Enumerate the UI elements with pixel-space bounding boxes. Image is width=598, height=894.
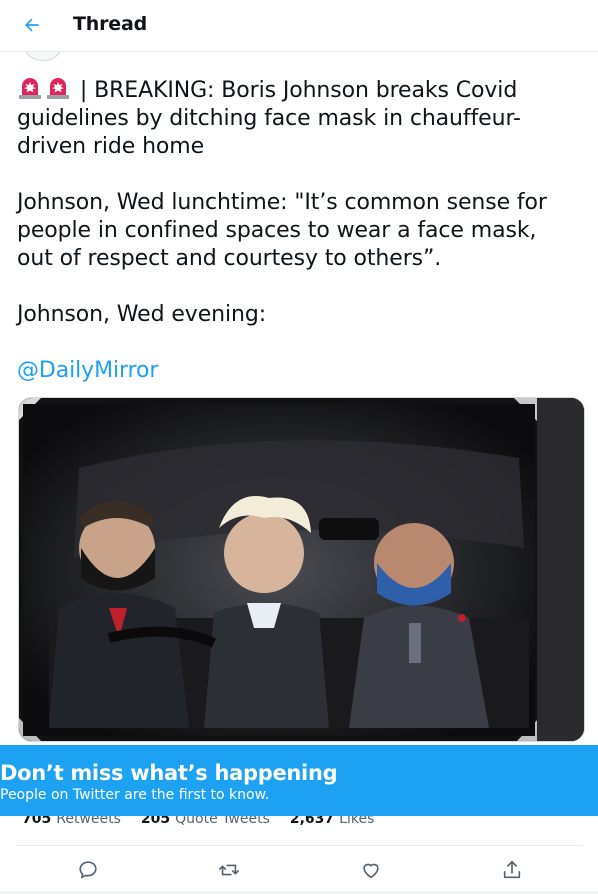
reply-icon [79,861,97,879]
top-header: Thread [0,0,598,52]
tweet-text: | BREAKING: Boris Johnson breaks Covid g… [17,76,577,385]
share-button[interactable] [499,857,525,883]
action-bar [16,851,583,889]
back-button[interactable] [16,9,48,41]
arrow-left-icon [25,18,39,32]
retweet-icon [219,864,239,876]
rotating-light-emoji-icon [47,78,69,99]
page-title: Thread [73,13,147,35]
like-icon [363,863,379,879]
mention-link[interactable]: @DailyMirror [17,358,158,383]
retweet-button[interactable] [216,857,242,883]
tweet-paragraph-3: Johnson, Wed evening: [17,302,267,327]
tweet-line-1: | BREAKING: Boris Johnson breaks Covid g… [17,78,525,159]
tweet-photo[interactable] [18,397,585,742]
divider [16,845,583,846]
banner-title: Don’t miss what’s happening [0,761,338,785]
like-button[interactable] [358,857,384,883]
reply-button[interactable] [75,857,101,883]
share-icon [503,860,521,879]
banner-subtitle: People on Twitter are the first to know. [0,787,270,803]
rotating-light-emoji-icon [19,78,41,99]
tweet-paragraph-2: Johnson, Wed lunchtime: "It’s common sen… [17,190,554,271]
signup-banner[interactable]: Don’t miss what’s happening People on Tw… [0,745,598,816]
